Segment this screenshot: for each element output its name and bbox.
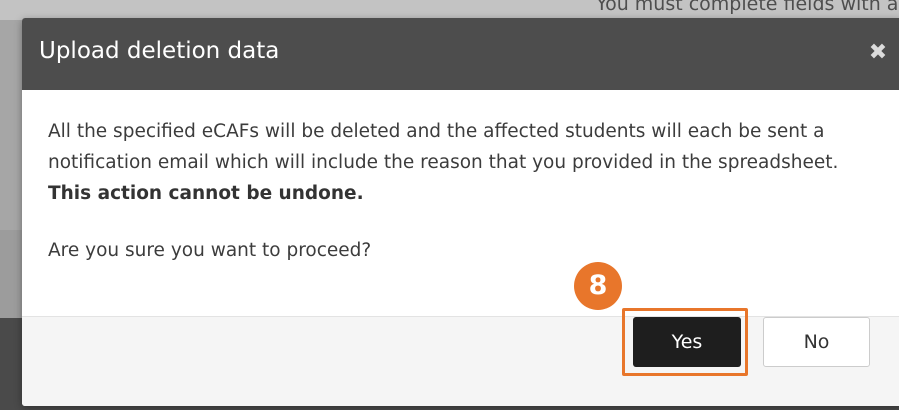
no-button[interactable]: No <box>763 317 870 367</box>
close-icon[interactable]: ✖ <box>867 42 889 64</box>
dialog-question: Are you sure you want to proceed? <box>48 240 372 261</box>
dialog-message-text: All the specified eCAFs will be deleted … <box>48 121 839 173</box>
dialog-warning-text: This action cannot be undone. <box>48 183 364 204</box>
yes-button[interactable]: Yes <box>633 317 741 367</box>
dialog-title: Upload deletion data <box>39 38 280 64</box>
background-required-fields-text: You must complete fields with a <box>596 0 899 15</box>
dialog-header: Upload deletion data ✖ <box>22 18 899 90</box>
dialog-body: All the specified eCAFs will be deleted … <box>48 116 878 266</box>
dialog-message: All the specified eCAFs will be deleted … <box>48 116 878 209</box>
step-number-badge: 8 <box>574 262 622 310</box>
